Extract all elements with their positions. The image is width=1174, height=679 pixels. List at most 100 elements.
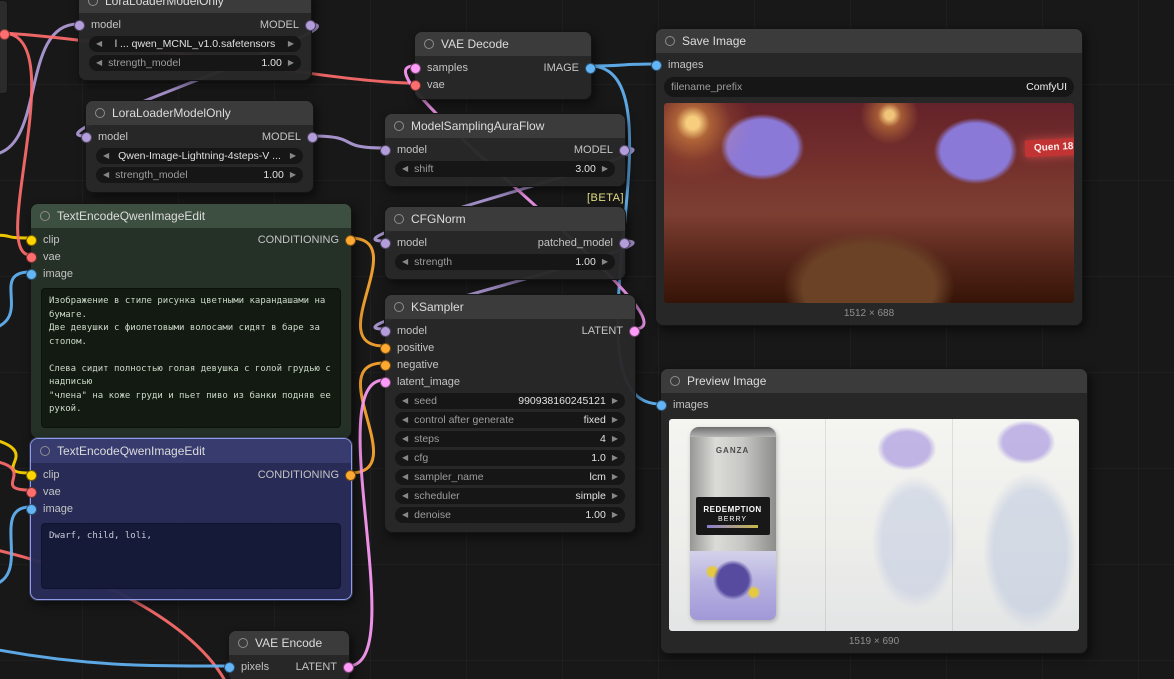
node-lora-loader-2[interactable]: LoraLoaderModelOnly model MODEL ◀ Qwen-I… — [85, 100, 314, 193]
increment-arrow-icon[interactable]: ▶ — [612, 454, 618, 462]
cfg-widget[interactable]: ◀ cfg 1.0 ▶ — [395, 450, 625, 466]
next-arrow-icon[interactable]: ▶ — [288, 40, 294, 48]
input-slot-model[interactable] — [380, 238, 391, 249]
collapse-icon[interactable] — [394, 302, 404, 312]
node-header[interactable]: VAE Encode — [229, 631, 349, 655]
collapse-icon[interactable] — [238, 638, 248, 648]
node-header[interactable]: TextEncodeQwenImageEdit — [31, 439, 351, 463]
strength-model-widget[interactable]: ◀ strength_model 1.00 ▶ — [96, 167, 303, 183]
decrement-arrow-icon[interactable]: ◀ — [103, 171, 109, 179]
input-slot-model[interactable] — [380, 326, 391, 337]
next-arrow-icon[interactable]: ▶ — [290, 152, 296, 160]
node-cfg-norm[interactable]: CFGNorm model patched_model ◀ strength 1… — [384, 206, 626, 280]
output-slot-conditioning[interactable] — [345, 235, 356, 246]
output-slot-image[interactable] — [585, 63, 596, 74]
decrement-arrow-icon[interactable]: ◀ — [402, 397, 408, 405]
node-graph-canvas[interactable]: LoraLoaderModelOnly model MODEL ◀ l ... … — [0, 0, 1174, 679]
input-slot-clip[interactable] — [26, 470, 37, 481]
collapse-icon[interactable] — [670, 376, 680, 386]
lora-name-combo[interactable]: ◀ Qwen-Image-Lightning-4steps-V ... ▶ — [96, 148, 303, 164]
increment-arrow-icon[interactable]: ▶ — [288, 59, 294, 67]
output-image-preview[interactable]: GANZA REDEMPTION BERRY — [669, 419, 1079, 631]
steps-widget[interactable]: ◀ steps 4 ▶ — [395, 431, 625, 447]
input-slot-vae[interactable] — [410, 80, 421, 91]
input-slot-model[interactable] — [74, 20, 85, 31]
node-ksampler[interactable]: KSampler model LATENT positive negative … — [384, 294, 636, 533]
node-header[interactable]: LoraLoaderModelOnly — [79, 0, 311, 13]
denoise-widget[interactable]: ◀ denoise 1.00 ▶ — [395, 507, 625, 523]
collapse-icon[interactable] — [665, 36, 675, 46]
decrement-arrow-icon[interactable]: ◀ — [402, 511, 408, 519]
collapse-icon[interactable] — [394, 121, 404, 131]
node-save-image[interactable]: Save Image images filename_prefix ComfyU… — [655, 28, 1083, 326]
collapse-icon[interactable] — [95, 108, 105, 118]
increment-arrow-icon[interactable]: ▶ — [612, 511, 618, 519]
decrement-arrow-icon[interactable]: ◀ — [96, 59, 102, 67]
input-slot-vae[interactable] — [26, 487, 37, 498]
node-header[interactable]: VAE Decode — [415, 32, 591, 56]
input-slot-model[interactable] — [81, 132, 92, 143]
filename-prefix-input[interactable]: filename_prefix ComfyUI — [664, 77, 1074, 97]
next-arrow-icon[interactable]: ▶ — [612, 492, 618, 500]
node-text-encode-positive[interactable]: TextEncodeQwenImageEdit clip CONDITIONIN… — [30, 203, 352, 439]
control-after-generate-widget[interactable]: ◀ control after generate fixed ▶ — [395, 412, 625, 428]
scheduler-widget[interactable]: ◀ scheduler simple ▶ — [395, 488, 625, 504]
node-header[interactable]: KSampler — [385, 295, 635, 319]
prev-arrow-icon[interactable]: ◀ — [96, 40, 102, 48]
shift-widget[interactable]: ◀ shift 3.00 ▶ — [395, 161, 615, 177]
decrement-arrow-icon[interactable]: ◀ — [402, 258, 408, 266]
prev-arrow-icon[interactable]: ◀ — [402, 416, 408, 424]
node-header[interactable]: TextEncodeQwenImageEdit — [31, 204, 351, 228]
increment-arrow-icon[interactable]: ▶ — [612, 397, 618, 405]
input-slot-model[interactable] — [380, 145, 391, 156]
seed-widget[interactable]: ◀ seed 990938160245121 ▶ — [395, 393, 625, 409]
prev-arrow-icon[interactable]: ◀ — [402, 473, 408, 481]
output-slot-patched-model[interactable] — [619, 238, 630, 249]
input-slot-image[interactable] — [26, 269, 37, 280]
prompt-textarea[interactable]: Изображение в стиле рисунка цветными кар… — [41, 288, 341, 428]
output-slot-model[interactable] — [307, 132, 318, 143]
output-slot-model[interactable] — [305, 20, 316, 31]
node-vae-decode[interactable]: VAE Decode samples IMAGE vae — [414, 31, 592, 100]
input-slot-clip[interactable] — [26, 235, 37, 246]
increment-arrow-icon[interactable]: ▶ — [290, 171, 296, 179]
output-image-preview[interactable]: Quen 18 — [664, 103, 1074, 303]
input-slot-samples[interactable] — [410, 63, 421, 74]
input-slot-positive[interactable] — [380, 343, 391, 354]
input-slot-images[interactable] — [651, 60, 662, 71]
node-model-sampling-auraflow[interactable]: ModelSamplingAuraFlow model MODEL ◀ shif… — [384, 113, 626, 187]
node-lora-loader-1[interactable]: LoraLoaderModelOnly model MODEL ◀ l ... … — [78, 0, 312, 81]
input-slot-vae[interactable] — [26, 252, 37, 263]
input-slot-images[interactable] — [656, 400, 667, 411]
node-header[interactable]: LoraLoaderModelOnly — [86, 101, 313, 125]
input-slot-image[interactable] — [26, 504, 37, 515]
output-slot-latent[interactable] — [629, 326, 640, 337]
collapse-icon[interactable] — [88, 0, 98, 6]
collapse-icon[interactable] — [394, 214, 404, 224]
next-arrow-icon[interactable]: ▶ — [612, 416, 618, 424]
collapse-icon[interactable] — [40, 446, 50, 456]
node-header[interactable]: CFGNorm — [385, 207, 625, 231]
input-slot-latent-image[interactable] — [380, 377, 391, 388]
node-text-encode-negative[interactable]: TextEncodeQwenImageEdit clip CONDITIONIN… — [30, 438, 352, 600]
next-arrow-icon[interactable]: ▶ — [612, 473, 618, 481]
decrement-arrow-icon[interactable]: ◀ — [402, 165, 408, 173]
output-slot-conditioning[interactable] — [345, 470, 356, 481]
prompt-textarea[interactable]: Dwarf, child, loli, — [41, 523, 341, 589]
node-header[interactable]: ModelSamplingAuraFlow — [385, 114, 625, 138]
increment-arrow-icon[interactable]: ▶ — [602, 165, 608, 173]
node-header[interactable]: Save Image — [656, 29, 1082, 53]
output-slot-model[interactable] — [619, 145, 630, 156]
input-slot-negative[interactable] — [380, 360, 391, 371]
increment-arrow-icon[interactable]: ▶ — [612, 435, 618, 443]
strength-widget[interactable]: ◀ strength 1.00 ▶ — [395, 254, 615, 270]
prev-arrow-icon[interactable]: ◀ — [103, 152, 109, 160]
node-preview-image[interactable]: Preview Image images GANZA REDEMPTION BE… — [660, 368, 1088, 654]
increment-arrow-icon[interactable]: ▶ — [602, 258, 608, 266]
output-slot-latent[interactable] — [343, 662, 354, 673]
decrement-arrow-icon[interactable]: ◀ — [402, 454, 408, 462]
strength-model-widget[interactable]: ◀ strength_model 1.00 ▶ — [89, 55, 301, 71]
lora-name-combo[interactable]: ◀ l ... qwen_MCNL_v1.0.safetensors ▶ — [89, 36, 301, 52]
prev-arrow-icon[interactable]: ◀ — [402, 492, 408, 500]
input-slot-pixels[interactable] — [224, 662, 235, 673]
